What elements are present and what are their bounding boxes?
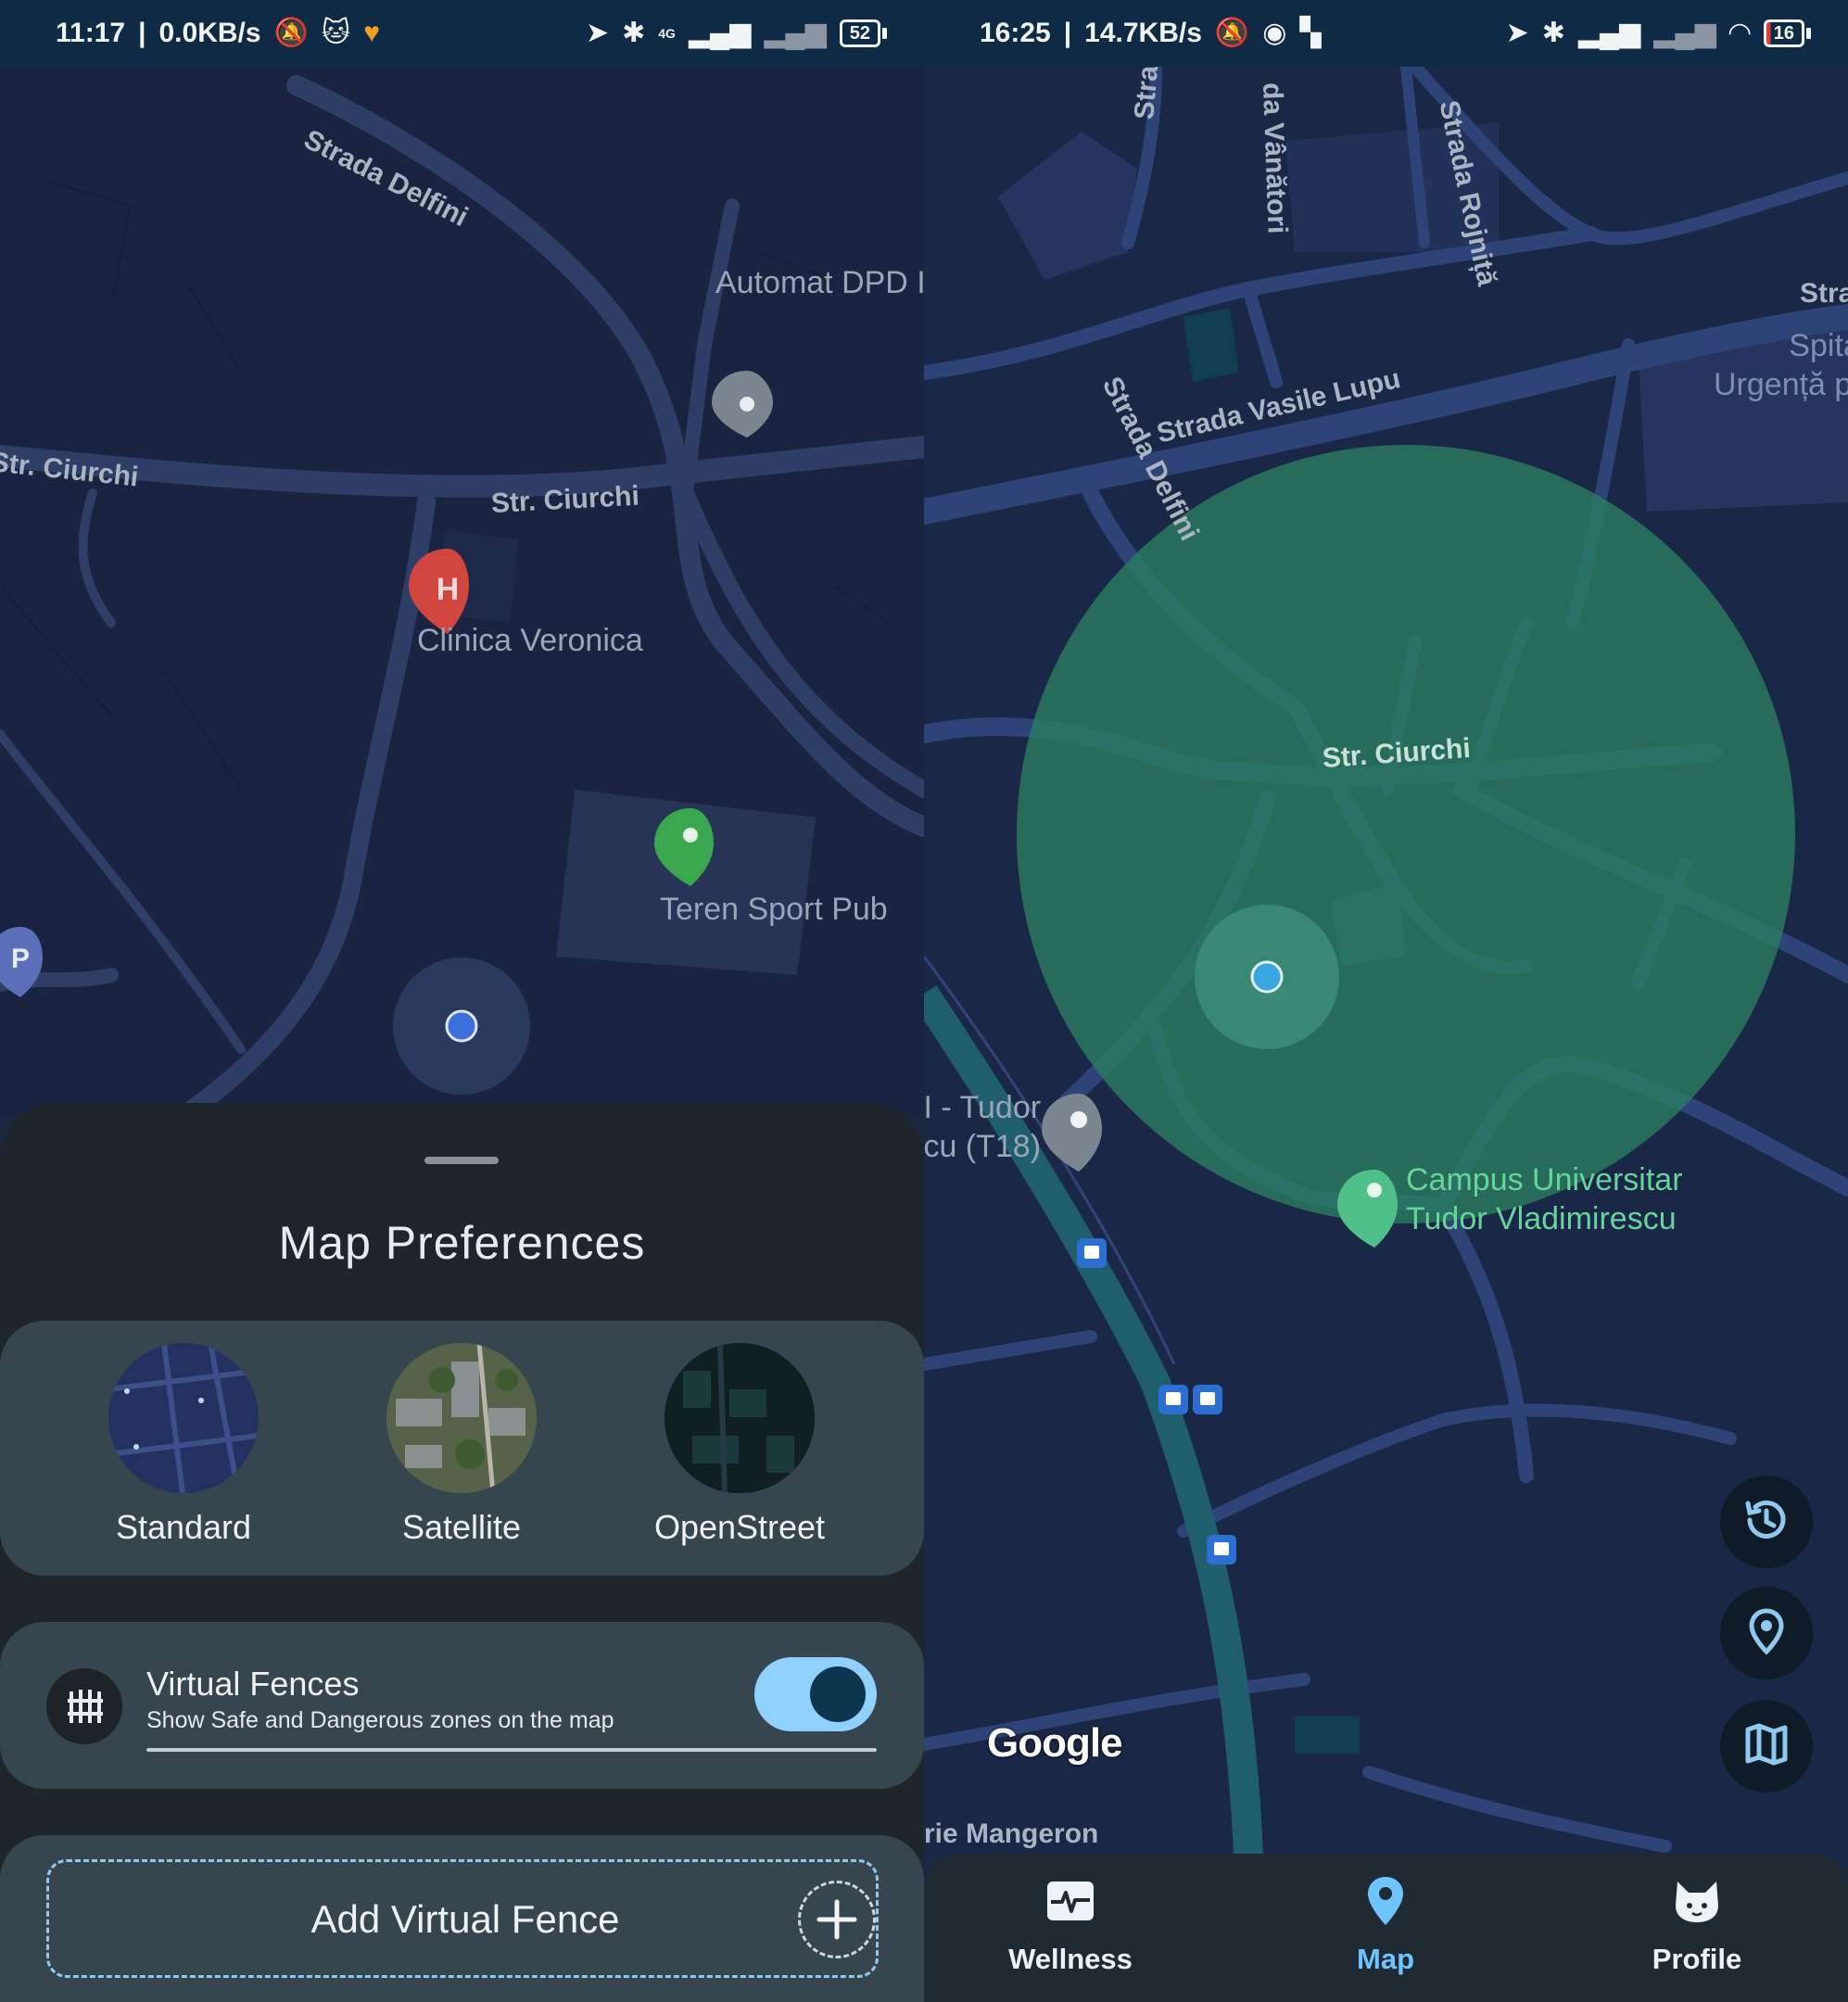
- puzzle-icon: ▚: [1299, 18, 1322, 48]
- signal-off-icon: ▂▄▆: [1653, 18, 1716, 48]
- standard-map-thumbnail: [108, 1343, 259, 1493]
- cat-icon: [1586, 1872, 1808, 1930]
- nav-wellness[interactable]: Wellness: [959, 1872, 1182, 1976]
- left-screen: 11:17 | 0.0KB/s 🔕 🐱 ♥ ➤ ✱ 4G ▂▄▆ ▂▄▆ 52: [0, 0, 924, 2002]
- add-virtual-fence-button[interactable]: Add Virtual Fence: [46, 1859, 879, 1978]
- setting-subtitle: Show Safe and Dangerous zones on the map: [146, 1707, 614, 1733]
- poi-label[interactable]: Spitalul C Urgență pentru: [1714, 326, 1848, 404]
- fence-icon: [46, 1668, 122, 1744]
- battery-indicator: 16: [1763, 19, 1811, 47]
- signal-off-icon: ▂▄▆: [764, 18, 827, 48]
- location-pin-icon: [1740, 1605, 1792, 1662]
- map-type-label: Satellite: [401, 1508, 522, 1546]
- location-arrow-icon: ➤: [585, 18, 610, 48]
- poi-label[interactable]: Automat DPD I: [715, 265, 924, 301]
- status-time: 16:25: [980, 18, 1051, 48]
- status-speed: 14.7KB/s: [1084, 18, 1202, 48]
- toggle-knob: [810, 1666, 866, 1722]
- bottom-navigation: Wellness Map Profile: [924, 1854, 1848, 2002]
- divider: [146, 1748, 877, 1752]
- heart-icon: ♥: [363, 18, 380, 48]
- sheet-title: Map Preferences: [278, 1217, 646, 1269]
- drag-handle[interactable]: [424, 1157, 499, 1164]
- status-bar: 11:17 | 0.0KB/s 🔕 🐱 ♥ ➤ ✱ 4G ▂▄▆ ▂▄▆ 52: [0, 0, 924, 67]
- signal-icon: ▂▄▆: [688, 18, 752, 48]
- virtual-fence-zone: [1017, 445, 1795, 1223]
- spotify-icon: ◉: [1262, 18, 1287, 48]
- svg-text:P: P: [11, 944, 30, 974]
- map-type-standard[interactable]: Standard: [72, 1343, 295, 1547]
- map-type-openstreet[interactable]: OpenStreet: [628, 1343, 851, 1547]
- map-layers-button[interactable]: [1720, 1700, 1813, 1793]
- bluetooth-icon: ✱: [622, 18, 646, 48]
- location-arrow-icon: ➤: [1505, 18, 1529, 48]
- setting-title: Virtual Fences: [146, 1665, 360, 1703]
- right-screen: 16:25 | 14.7KB/s 🔕 ◉ ▚ ➤ ✱ ▂▄▆ ▂▄▆ ◠ 16: [924, 0, 1848, 2002]
- map-roads: [924, 67, 1848, 1856]
- network-type: 4G: [658, 26, 676, 41]
- virtual-fences-toggle[interactable]: [754, 1657, 877, 1731]
- street-label: Stra: [1129, 64, 1165, 121]
- poi-label[interactable]: Clinica Veronica: [417, 623, 643, 659]
- satellite-map-thumbnail: [386, 1343, 537, 1493]
- map-view[interactable]: Strada Vasile Lupu Strada Delfini Str. C…: [924, 64, 1848, 2002]
- wifi-icon: ◠: [1728, 18, 1751, 48]
- location-button[interactable]: [1720, 1587, 1813, 1679]
- street-label: Stra: [1800, 278, 1848, 309]
- street-label: da Vânători: [1257, 82, 1293, 234]
- cat-icon: 🐱: [321, 18, 351, 48]
- bluetooth-icon: ✱: [1541, 18, 1565, 48]
- poi-label[interactable]: Teren Sport Pub: [660, 892, 888, 928]
- status-bar: 16:25 | 14.7KB/s 🔕 ◉ ▚ ➤ ✱ ▂▄▆ ▂▄▆ ◠ 16: [924, 0, 1848, 67]
- map-type-label: Standard: [115, 1508, 252, 1546]
- virtual-fences-setting: Virtual Fences Show Safe and Dangerous z…: [0, 1622, 924, 1789]
- map-type-selector: Standard Satellite OpenStreet: [0, 1321, 924, 1576]
- openstreet-map-thumbnail: [665, 1343, 815, 1493]
- status-time: 11:17: [56, 18, 126, 48]
- svg-text:H: H: [437, 572, 460, 607]
- add-fence-label: Add Virtual Fence: [310, 1897, 620, 1941]
- add-fence-card: Add Virtual Fence: [0, 1835, 924, 2002]
- poi-label[interactable]: /I - Tudor :cu (T18): [924, 1088, 1041, 1166]
- nav-map[interactable]: Map: [1274, 1872, 1497, 1976]
- bell-off-icon: 🔕: [1214, 18, 1250, 48]
- signal-icon: ▂▄▆: [1577, 18, 1641, 48]
- plus-icon[interactable]: [798, 1881, 876, 1958]
- google-attribution[interactable]: Google: [987, 1720, 1123, 1767]
- poi-label[interactable]: Campus Universitar Tudor Vladimirescu: [1406, 1160, 1683, 1238]
- map-pin-icon: [1274, 1872, 1497, 1930]
- pulse-icon: [959, 1872, 1182, 1930]
- map-type-satellite[interactable]: Satellite: [350, 1343, 573, 1547]
- history-button[interactable]: [1720, 1476, 1813, 1568]
- map-preferences-sheet: Map Preferences Standard Satellite OpenS…: [0, 1103, 924, 2002]
- bell-off-icon: 🔕: [273, 18, 309, 48]
- nav-profile[interactable]: Profile: [1586, 1872, 1808, 1976]
- map-type-label: OpenStreet: [653, 1508, 826, 1546]
- history-icon: [1740, 1494, 1792, 1551]
- street-label: trie Mangeron: [924, 1818, 1099, 1849]
- battery-indicator: 52: [839, 19, 887, 47]
- map-icon: [1740, 1718, 1792, 1775]
- status-speed: 0.0KB/s: [158, 18, 261, 48]
